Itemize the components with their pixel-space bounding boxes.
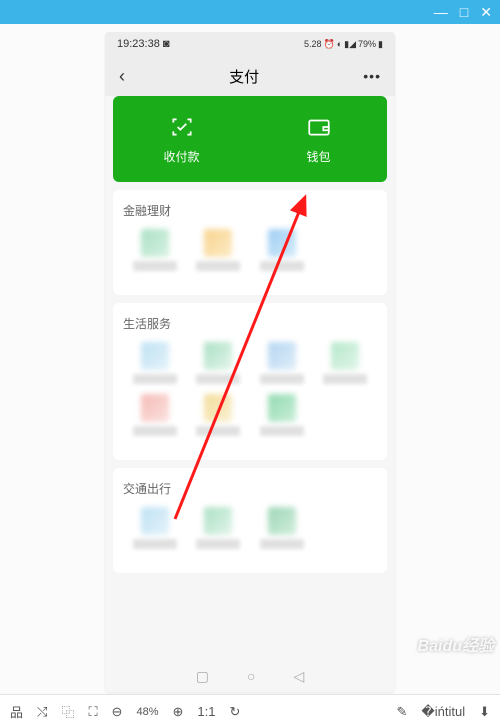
phone-screenshot: 19:23:38 ◙ 5.28 ⏰ ◐ ▮◢ 79% ▮ ‹ 支付 ••• bbox=[105, 32, 395, 692]
crop-tool-icon[interactable]: �ińtitul bbox=[421, 704, 465, 720]
finance-title: 金融理财 bbox=[123, 202, 377, 219]
zoom-level: 48% bbox=[136, 706, 158, 718]
close-button[interactable]: ✕ bbox=[480, 4, 492, 21]
grid-item[interactable] bbox=[250, 229, 314, 281]
watermark: Baidu经验 bbox=[418, 632, 494, 656]
maximize-button[interactable]: □ bbox=[460, 4, 468, 20]
download-icon[interactable]: ⬇ bbox=[479, 704, 490, 720]
viewer-toolbar: 品 ⤭ ⿻ ⛶ ⊖ 48% ⊕ 1:1 ↻ ✎ �ińtitul ⬇ bbox=[0, 694, 500, 728]
life-title: 生活服务 bbox=[123, 315, 377, 332]
page-title: 支付 bbox=[229, 66, 259, 87]
recent-apps-key[interactable]: ▢ bbox=[196, 668, 209, 685]
fullscreen-tool-icon[interactable]: ⛶ bbox=[88, 704, 97, 720]
copy-tool-icon[interactable]: ⿻ bbox=[61, 702, 74, 721]
grid-item[interactable] bbox=[250, 394, 314, 446]
wallet-button[interactable]: 钱包 bbox=[250, 96, 387, 182]
grid-item[interactable] bbox=[314, 342, 378, 384]
scan-icon bbox=[169, 114, 195, 140]
rotate-icon[interactable]: ↻ bbox=[229, 704, 240, 720]
grid-item[interactable] bbox=[250, 507, 314, 559]
status-right: 5.28 ⏰ ◐ ▮◢ 79% ▮ bbox=[304, 39, 383, 50]
grid-item[interactable] bbox=[187, 229, 251, 271]
more-button[interactable]: ••• bbox=[363, 68, 381, 84]
grid-item[interactable] bbox=[250, 342, 314, 384]
hero-panel: 收付款 钱包 bbox=[113, 96, 387, 182]
pay-receive-label: 收付款 bbox=[163, 148, 199, 165]
viewer-area: 19:23:38 ◙ 5.28 ⏰ ◐ ▮◢ 79% ▮ ‹ 支付 ••• bbox=[0, 24, 500, 694]
wallet-label: 钱包 bbox=[306, 148, 330, 165]
grid-item[interactable] bbox=[187, 394, 251, 436]
wallet-icon bbox=[306, 114, 332, 140]
battery-icon: ▮ bbox=[378, 39, 383, 50]
edit-tool-icon[interactable]: ✎ bbox=[397, 704, 408, 720]
transport-section: 交通出行 bbox=[113, 468, 387, 573]
pay-receive-button[interactable]: 收付款 bbox=[113, 96, 250, 182]
android-nav-keys: ▢ ○ ◁ bbox=[105, 660, 395, 692]
grid-item[interactable] bbox=[123, 229, 187, 271]
window-titlebar: — □ ✕ bbox=[0, 0, 500, 24]
zoom-in-icon[interactable]: ⊕ bbox=[172, 704, 183, 720]
shuffle-tool-icon[interactable]: ⤭ bbox=[37, 704, 47, 720]
life-section: 生活服务 bbox=[113, 303, 387, 460]
back-button[interactable]: ‹ bbox=[119, 66, 125, 87]
home-key[interactable]: ○ bbox=[247, 668, 255, 684]
minimize-button[interactable]: — bbox=[434, 4, 448, 20]
page-navbar: ‹ 支付 ••• bbox=[105, 56, 395, 96]
grid-item[interactable] bbox=[123, 342, 187, 384]
transport-title: 交通出行 bbox=[123, 480, 377, 497]
zoom-out-icon[interactable]: ⊖ bbox=[112, 704, 123, 720]
signal-icon: ▮◢ bbox=[344, 39, 356, 50]
grid-item[interactable] bbox=[123, 507, 187, 549]
grid-item[interactable] bbox=[123, 394, 187, 436]
dnd-icon: ◐ bbox=[337, 39, 342, 49]
grid-item[interactable] bbox=[187, 342, 251, 384]
status-time: 19:23:38 ◙ bbox=[117, 38, 170, 50]
grid-item[interactable] bbox=[187, 507, 251, 549]
status-bar: 19:23:38 ◙ 5.28 ⏰ ◐ ▮◢ 79% ▮ bbox=[105, 32, 395, 56]
page-content: 收付款 钱包 金融理财 生活服务 bbox=[105, 96, 395, 660]
actual-size-icon[interactable]: 1:1 bbox=[197, 704, 215, 719]
alarm-icon: ⏰ bbox=[324, 39, 335, 50]
back-key[interactable]: ◁ bbox=[293, 668, 304, 685]
finance-section: 金融理财 bbox=[113, 190, 387, 295]
grid-tool-icon[interactable]: 品 bbox=[10, 702, 23, 721]
